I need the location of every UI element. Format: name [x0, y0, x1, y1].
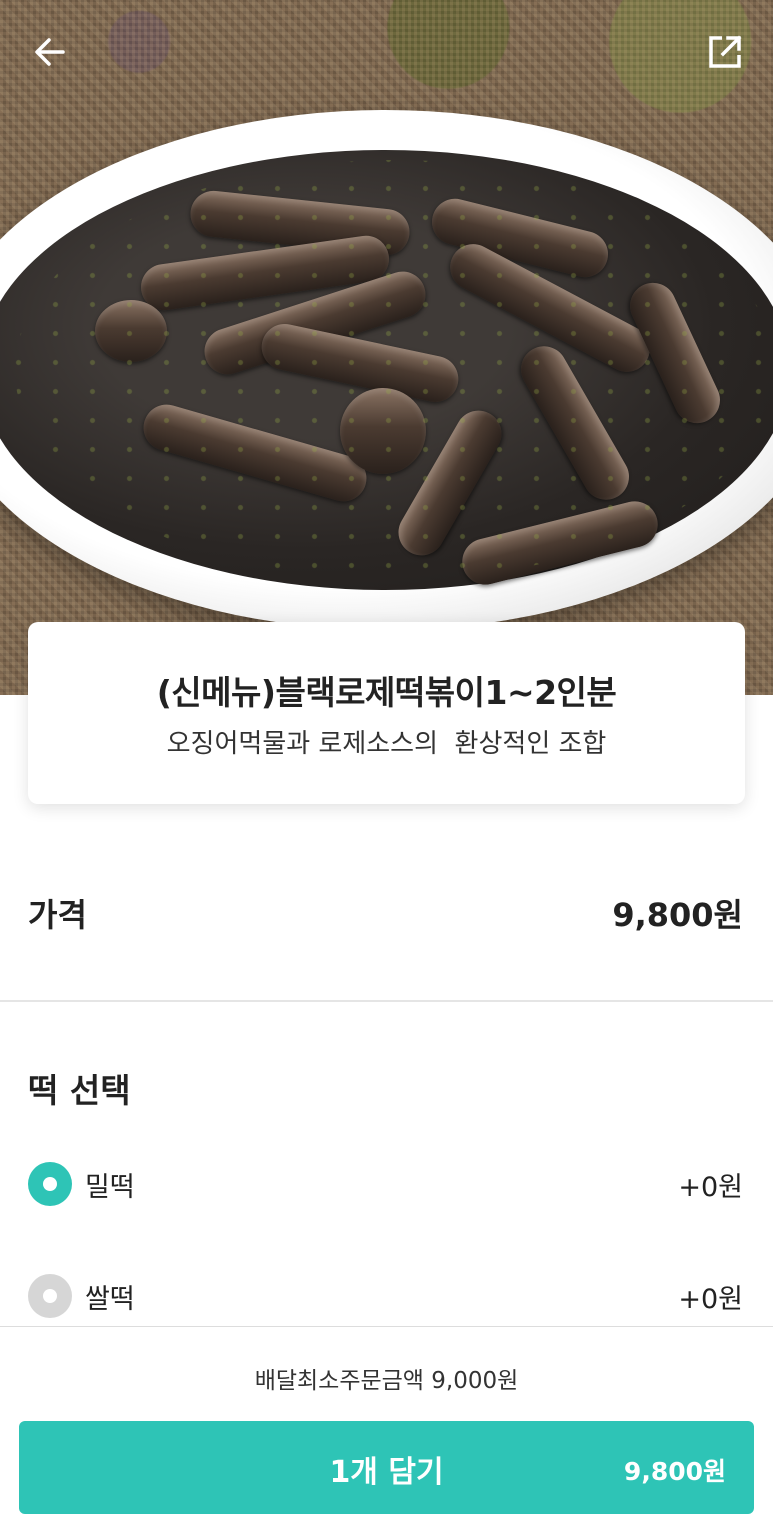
add-to-cart-button[interactable]: 1개 담기 9,800원: [19, 1421, 754, 1514]
price-value: 9,800원: [612, 896, 743, 934]
option-label: 쌀떡: [85, 1283, 135, 1315]
menu-description: 오징어먹물과 로제소스의 환상적인 조합: [166, 729, 607, 759]
menu-title: (신메뉴)블랙로제떡볶이1~2인분: [156, 673, 617, 712]
option-price: +0원: [678, 1283, 743, 1315]
menu-info-card: (신메뉴)블랙로제떡볶이1~2인분 오징어먹물과 로제소스의 환상적인 조합: [28, 622, 745, 804]
option-wheat-cake[interactable]: 밀떡 +0원: [28, 1161, 743, 1207]
back-button[interactable]: [26, 28, 74, 76]
option-label: 밀떡: [85, 1171, 135, 1203]
option-rice-cake[interactable]: 쌀떡 +0원: [28, 1273, 743, 1319]
option-price: +0원: [678, 1171, 743, 1203]
add-button-price: 9,800원: [623, 1457, 726, 1486]
price-label: 가격: [28, 896, 87, 934]
price-row: 가격 9,800원: [28, 888, 743, 938]
section-divider: [0, 1000, 773, 1002]
arrow-left-icon: [35, 38, 65, 66]
share-button[interactable]: [701, 28, 749, 76]
menu-photo: [0, 0, 773, 695]
min-order-amount: 배달최소주문금액 9,000원: [254, 1368, 519, 1394]
radio-unselected[interactable]: [28, 1274, 72, 1318]
share-external-icon: [709, 35, 742, 68]
option-group-title: 떡 선택: [28, 1071, 131, 1110]
radio-selected[interactable]: [28, 1162, 72, 1206]
bottom-order-bar: 배달최소주문금액 9,000원 1개 담기 9,800원: [0, 1326, 773, 1539]
menu-detail-page: (신메뉴)블랙로제떡볶이1~2인분 오징어먹물과 로제소스의 환상적인 조합 가…: [0, 0, 773, 1539]
